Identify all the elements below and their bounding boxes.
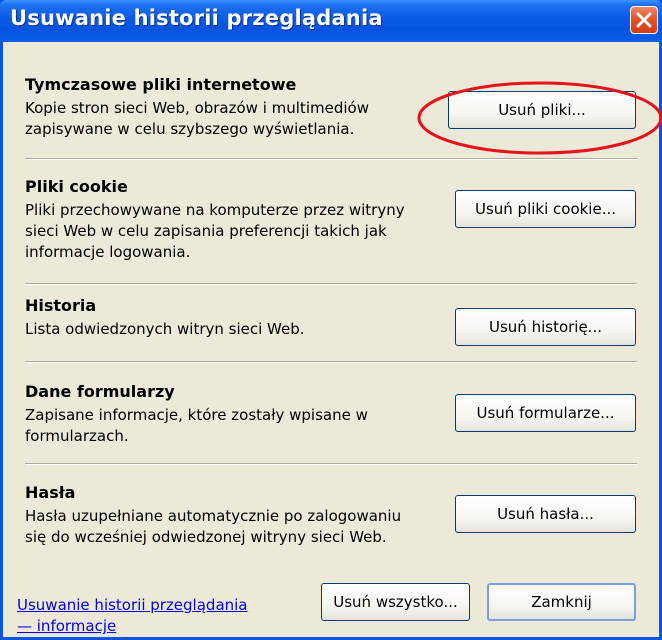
- section-description: Hasła uzupełniane automatycznie po zalog…: [25, 507, 402, 546]
- divider: [25, 463, 637, 465]
- dialog-body: Tymczasowe pliki internetowe Kopie stron…: [3, 42, 662, 637]
- delete-forms-button[interactable]: Usuń formularze...: [455, 394, 636, 432]
- section-title: Tymczasowe pliki internetowe: [25, 75, 297, 94]
- section-description: Kopie stron sieci Web, obrazów i multime…: [25, 99, 369, 138]
- section-description: Zapisane informacje, które zostały wpisa…: [25, 406, 368, 445]
- help-link[interactable]: Usuwanie historii przeglądania — informa…: [17, 595, 248, 637]
- close-icon: [636, 12, 652, 28]
- close-window-button[interactable]: [630, 6, 658, 34]
- browsing-history-dialog: Usuwanie historii przeglądania Tymczasow…: [0, 0, 662, 640]
- section-description: Lista odwiedzonych witryn sieci Web.: [25, 320, 305, 338]
- delete-passwords-button[interactable]: Usuń hasła...: [455, 495, 636, 533]
- help-link-line2: — informacje: [17, 617, 117, 635]
- title-bar[interactable]: Usuwanie historii przeglądania: [0, 0, 662, 42]
- help-link-line1: Usuwanie historii przeglądania: [17, 596, 248, 614]
- divider: [25, 361, 637, 363]
- window-title: Usuwanie historii przeglądania: [10, 6, 383, 30]
- delete-all-button[interactable]: Usuń wszystko...: [321, 583, 470, 621]
- delete-files-button[interactable]: Usuń pliki...: [448, 91, 636, 129]
- divider: [25, 158, 637, 160]
- section-description: Pliki przechowywane na komputerze przez …: [25, 201, 405, 261]
- section-title: Dane formularzy: [25, 382, 175, 401]
- delete-cookies-button[interactable]: Usuń pliki cookie...: [455, 190, 636, 228]
- close-button[interactable]: Zamknij: [487, 583, 636, 621]
- section-title: Hasła: [25, 483, 76, 502]
- delete-history-button[interactable]: Usuń historię...: [455, 308, 636, 346]
- section-title: Historia: [25, 296, 97, 315]
- section-title: Pliki cookie: [25, 177, 128, 196]
- divider: [25, 283, 637, 285]
